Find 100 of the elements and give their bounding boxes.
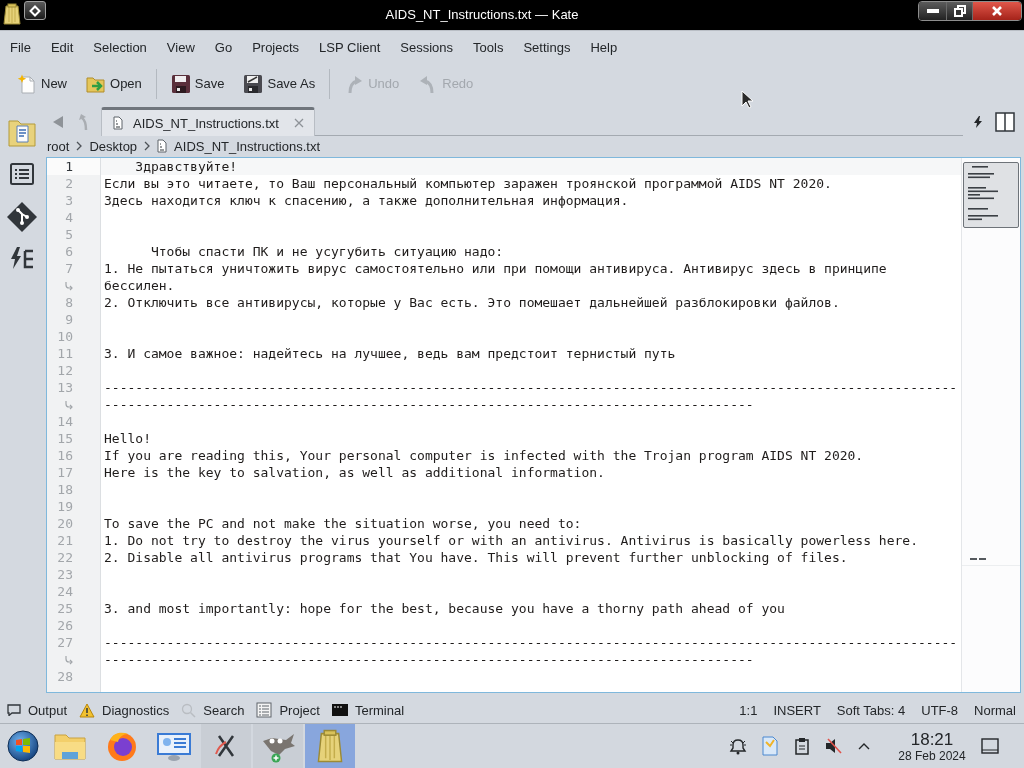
start-orb-icon[interactable] bbox=[6, 730, 39, 762]
line-number: 21 bbox=[57, 532, 73, 549]
monitor-icon[interactable] bbox=[157, 731, 191, 761]
warning-icon bbox=[79, 702, 96, 718]
text-line: 2. Disable all antivirus programs that You have. This will prevent further unblocking of files. bbox=[103, 549, 849, 566]
breadcrumb-item[interactable]: root bbox=[47, 138, 70, 154]
menu-item[interactable]: LSP Client bbox=[309, 36, 391, 58]
wrap-arrow-icon bbox=[64, 280, 73, 291]
minimize-icon bbox=[926, 9, 939, 13]
notepad-icon bbox=[3, 3, 21, 25]
toolbar-button[interactable]: Save bbox=[165, 69, 230, 98]
line-number: 16 bbox=[57, 447, 73, 464]
status-item[interactable]: INSERT bbox=[773, 702, 821, 718]
close-button[interactable] bbox=[972, 2, 1021, 20]
text-line: 3. and most importantly: hope for the best, because you have a thorny path ahead of you bbox=[103, 600, 786, 617]
line-number: 4 bbox=[65, 209, 73, 226]
breadcrumb-item[interactable]: AIDS_NT_Instructions.txt bbox=[157, 138, 321, 154]
text-line: Here is the key to salvation, as well as additional information. bbox=[103, 464, 606, 481]
speaker-muted-icon[interactable] bbox=[825, 738, 843, 754]
status-item[interactable]: Normal bbox=[974, 702, 1016, 718]
list-icon[interactable] bbox=[10, 163, 34, 185]
menu-item[interactable]: Go bbox=[204, 36, 243, 58]
chevron-up-icon[interactable] bbox=[858, 742, 870, 750]
menu-item[interactable]: Projects bbox=[242, 36, 310, 58]
menu-item[interactable]: Settings bbox=[513, 36, 581, 58]
line-number: 6 bbox=[65, 243, 73, 260]
floppy-pencil-icon bbox=[243, 73, 264, 94]
window-title: AIDS_NT_Instructions.txt — Kate bbox=[384, 6, 580, 24]
bell-icon[interactable] bbox=[729, 737, 747, 755]
line-number: 7 bbox=[65, 260, 73, 277]
line-number: 12 bbox=[57, 362, 73, 379]
notepad-icon bbox=[317, 729, 343, 763]
text-line: Если вы это читаете, то Ваш персональный компьютер заражен троянской программой AIDS NT 2020. bbox=[103, 175, 833, 192]
status-item[interactable]: UTF-8 bbox=[921, 702, 959, 718]
text-line: Чтобы спасти ПК и не усугубить ситуацию надо: bbox=[149, 243, 505, 260]
line-number: 27 bbox=[57, 634, 73, 651]
minimize-button[interactable] bbox=[919, 2, 946, 20]
text-line: 2. Отключить все антивирусы, которые у Вас есть. Это помешает дальнейшей разблокировки файлов. bbox=[103, 294, 841, 311]
line-number: 17 bbox=[57, 464, 73, 481]
mouse-pointer-icon bbox=[741, 90, 754, 110]
menu-item[interactable]: Selection bbox=[83, 36, 157, 58]
tool-view-button[interactable]: Project bbox=[256, 702, 320, 718]
line-number: 8 bbox=[65, 294, 73, 311]
menu-item[interactable]: File bbox=[0, 36, 41, 58]
tool-view-button[interactable]: Search bbox=[181, 702, 245, 718]
bolt-icon[interactable] bbox=[974, 116, 982, 128]
text-line: ------------------------------------------------------------------------------------------------------------------------------------------------------------------------------------------------ bbox=[103, 634, 959, 668]
branch-diamond-icon[interactable] bbox=[6, 201, 38, 233]
line-number: 2 bbox=[65, 175, 73, 192]
line-number: 23 bbox=[57, 566, 73, 583]
line-number: 14 bbox=[57, 413, 73, 430]
line-number: 5 bbox=[65, 226, 73, 243]
taskbar-task[interactable] bbox=[201, 724, 251, 768]
line-number: 1 bbox=[65, 158, 73, 175]
menu-item[interactable]: View bbox=[156, 36, 205, 58]
chevron-right-icon bbox=[76, 141, 83, 151]
text-line: To save the PC and not make the situation worse, you need to: bbox=[103, 515, 583, 532]
breadcrumb-item[interactable]: Desktop bbox=[89, 138, 138, 154]
document-icon bbox=[113, 116, 123, 130]
line-number: 13 bbox=[57, 379, 73, 396]
text-editor[interactable] bbox=[46, 157, 1021, 693]
split-view-icon[interactable] bbox=[995, 112, 1015, 132]
line-number: 26 bbox=[57, 617, 73, 634]
tool-view-button[interactable]: Terminal bbox=[331, 702, 405, 718]
window-icon[interactable] bbox=[981, 738, 999, 754]
wrap-arrow-icon bbox=[64, 399, 73, 410]
status-item[interactable]: Soft Tabs: 4 bbox=[836, 702, 906, 718]
clock-time: 18:21 bbox=[910, 729, 954, 749]
text-line: ------------------------------------------------------------------------------------------------------------------------------------------------------------------------------------------------ bbox=[103, 379, 959, 413]
toolbar-button[interactable]: New bbox=[12, 69, 72, 98]
toolbar-button[interactable]: Save As bbox=[238, 69, 321, 98]
text-line: Здесь находится ключ к спасению, а также дополнительная информация. bbox=[103, 192, 630, 209]
close-icon bbox=[991, 5, 1003, 17]
file-tab[interactable]: AIDS_NT_Instructions.txt bbox=[101, 107, 315, 136]
text-line: If you are reading this, Your personal computer is infected with the Trojan program AIDS NT 2020. bbox=[103, 447, 865, 464]
menu-item[interactable]: Tools bbox=[463, 36, 514, 58]
line-number: 25 bbox=[57, 600, 73, 617]
menu-item[interactable]: Edit bbox=[40, 36, 84, 58]
line-number: 18 bbox=[57, 481, 73, 498]
maximize-button[interactable] bbox=[946, 2, 972, 20]
clipboard-icon[interactable] bbox=[795, 737, 809, 755]
document-icon bbox=[157, 139, 168, 153]
chevron-right-icon bbox=[144, 141, 151, 151]
star-document-icon bbox=[17, 73, 37, 94]
line-number: 9 bbox=[65, 311, 73, 328]
tool-view-button[interactable]: Diagnostics bbox=[79, 702, 170, 718]
window-menu-button[interactable] bbox=[24, 1, 46, 20]
toolbar-button[interactable]: Open bbox=[81, 69, 147, 98]
flame-globe-icon[interactable] bbox=[106, 730, 138, 762]
menu-item[interactable]: Sessions bbox=[390, 36, 464, 58]
text-line: 3. И самое важное: надейтесь на лучшее, ведь вам предстоит тернистый путь bbox=[103, 345, 677, 362]
text-line: 1. Do not try to destroy the virus yourself or with an antivirus. Antivirus is basically powerless here. bbox=[103, 532, 919, 549]
status-item[interactable]: 1:1 bbox=[739, 702, 758, 718]
menu-item[interactable]: Help bbox=[580, 36, 628, 58]
terminal-icon bbox=[331, 704, 348, 716]
line-number: 20 bbox=[57, 515, 73, 532]
tool-view-button[interactable]: Output bbox=[7, 702, 68, 718]
minimap-viewport[interactable] bbox=[963, 162, 1019, 228]
line-number: 15 bbox=[57, 430, 73, 447]
taskbar-task[interactable] bbox=[253, 724, 303, 768]
